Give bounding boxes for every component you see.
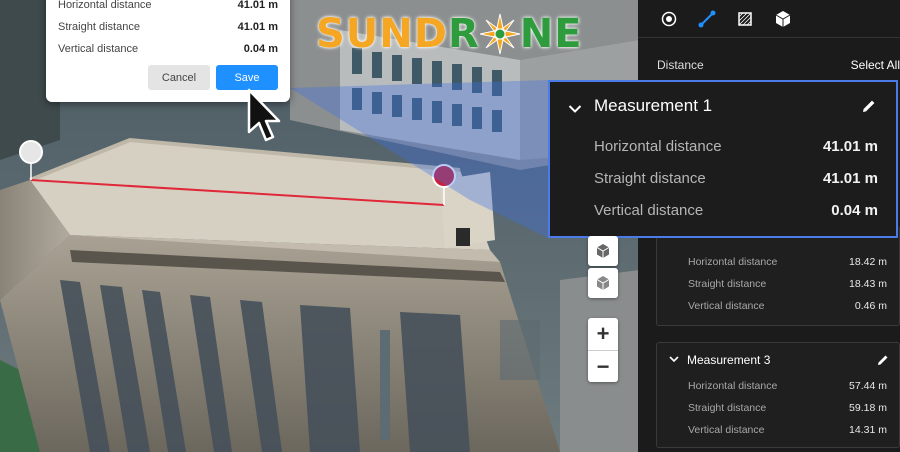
card-row: Straight distance 18.43 m bbox=[657, 273, 899, 295]
dialog-row-value: 41.01 m bbox=[237, 0, 278, 11]
area-tool-icon[interactable] bbox=[736, 10, 754, 28]
view-mesh-button[interactable] bbox=[588, 268, 618, 298]
measurement-3-header[interactable]: Measurement 3 bbox=[657, 345, 899, 375]
cube-solid-icon bbox=[596, 276, 610, 290]
dialog-row-straight: Straight distance 41.01 m bbox=[58, 16, 278, 38]
card-row: Straight distance 59.18 m bbox=[657, 397, 899, 419]
measurement-1-row-vertical: Vertical distance 0.04 m bbox=[550, 194, 896, 226]
volume-tool-icon[interactable] bbox=[774, 10, 792, 28]
measurement-1-row-straight: Straight distance 41.01 m bbox=[550, 162, 896, 194]
dialog-row-label: Horizontal distance bbox=[58, 0, 152, 11]
card-row-value: 18.42 m bbox=[849, 256, 887, 268]
row-value: 41.01 m bbox=[822, 137, 878, 155]
dialog-row-value: 0.04 m bbox=[243, 43, 278, 55]
logo-text-sun: SUND bbox=[316, 11, 448, 57]
view-3d-button[interactable] bbox=[588, 236, 618, 266]
card-row-label: Horizontal distance bbox=[688, 256, 778, 268]
point-tool-icon[interactable] bbox=[660, 10, 678, 28]
distance-tool-icon[interactable] bbox=[698, 10, 716, 28]
dialog-row-horizontal: Horizontal distance 41.01 m bbox=[58, 0, 278, 16]
edit-pencil-icon[interactable] bbox=[877, 354, 889, 366]
dialog-row-label: Straight distance bbox=[58, 21, 140, 33]
measurement-1-title: Measurement 1 bbox=[594, 96, 713, 115]
card-row-value: 14.31 m bbox=[849, 424, 887, 436]
row-value: 41.01 m bbox=[822, 169, 878, 187]
cancel-button[interactable]: Cancel bbox=[148, 65, 210, 90]
save-measurement-dialog: Horizontal distance 41.01 m Straight dis… bbox=[46, 0, 290, 102]
card-row-value: 59.18 m bbox=[849, 402, 887, 414]
dialog-row-label: Vertical distance bbox=[58, 43, 139, 55]
dialog-row-vertical: Vertical distance 0.04 m bbox=[58, 38, 278, 60]
measurement-1-header[interactable]: Measurement 1 bbox=[550, 82, 896, 130]
cube-icon bbox=[596, 244, 610, 258]
row-label: Horizontal distance bbox=[594, 137, 722, 155]
measurement-toolbar bbox=[638, 0, 900, 38]
card-row-label: Vertical distance bbox=[688, 424, 765, 436]
logo-text-r: R bbox=[447, 11, 480, 57]
card-row-label: Straight distance bbox=[688, 402, 767, 414]
sun-star-icon bbox=[479, 13, 520, 55]
row-label: Vertical distance bbox=[594, 201, 704, 219]
card-row-label: Straight distance bbox=[688, 278, 767, 290]
card-row-label: Horizontal distance bbox=[688, 380, 778, 392]
row-value: 0.04 m bbox=[831, 201, 878, 219]
chevron-down-icon[interactable] bbox=[568, 101, 582, 113]
sundrone-logo: SUND R NE bbox=[316, 8, 583, 60]
row-label: Straight distance bbox=[594, 169, 706, 187]
card-row: Horizontal distance 57.44 m bbox=[657, 375, 899, 397]
measurement-1-card-magnified[interactable]: Measurement 1 Horizontal distance 41.01 … bbox=[548, 80, 898, 238]
edit-pencil-icon[interactable] bbox=[862, 99, 876, 113]
logo-text-ne: NE bbox=[519, 11, 583, 57]
card-row-value: 18.43 m bbox=[849, 278, 887, 290]
card-row-value: 57.44 m bbox=[849, 380, 887, 392]
dialog-row-value: 41.01 m bbox=[237, 21, 278, 33]
zoom-out-button[interactable]: − bbox=[588, 351, 618, 383]
chevron-down-icon[interactable] bbox=[669, 355, 679, 366]
measurement-3-card[interactable]: Measurement 3 Horizontal distance 57.44 … bbox=[656, 342, 900, 448]
card-row: Horizontal distance 18.42 m bbox=[657, 251, 899, 273]
card-row: Vertical distance 0.46 m bbox=[657, 295, 899, 317]
measurement-1-row-horizontal: Horizontal distance 41.01 m bbox=[550, 130, 896, 162]
measurement-3-title: Measurement 3 bbox=[687, 353, 771, 367]
save-button[interactable]: Save bbox=[216, 65, 278, 90]
zoom-control: + − bbox=[588, 318, 618, 382]
measurement-2-card[interactable]: Horizontal distance 18.42 m Straight dis… bbox=[656, 226, 900, 326]
card-row-value: 0.46 m bbox=[854, 300, 887, 312]
zoom-in-button[interactable]: + bbox=[588, 318, 618, 350]
card-row: Vertical distance 14.31 m bbox=[657, 419, 899, 441]
mouse-pointer-icon bbox=[247, 88, 281, 142]
card-row-label: Vertical distance bbox=[688, 300, 765, 312]
